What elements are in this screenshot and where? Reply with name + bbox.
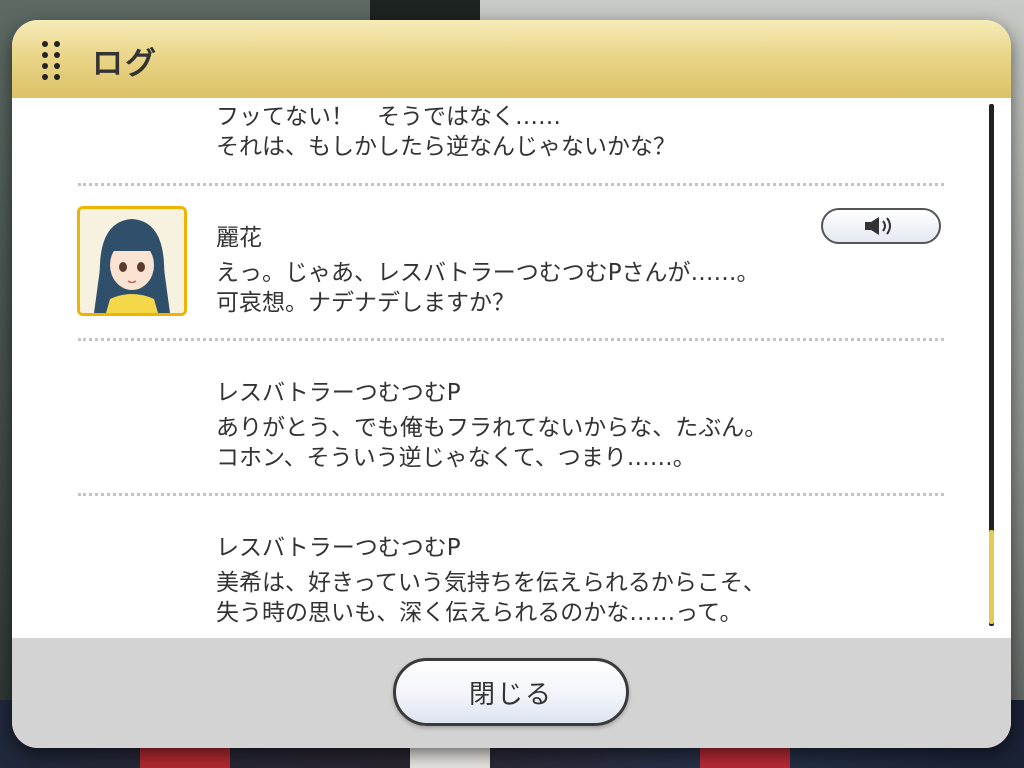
log-dialog: ログ フッてない！ そうではなく…… それは、もしかしたら逆なんじゃないかな？: [12, 20, 1011, 748]
speaker-name: レスバトラーつむつむP: [216, 535, 461, 561]
speaker-name: レスバトラーつむつむP: [216, 380, 461, 406]
scrollbar-thumb[interactable]: [989, 530, 994, 624]
speaker-name: 麗花: [216, 225, 262, 251]
close-button[interactable]: 閉じる: [393, 658, 629, 726]
log-divider: [78, 493, 944, 496]
dialog-title: ログ: [92, 46, 158, 82]
log-entry-text: ありがとう、でも俺もフラれてないからな、たぶん。 コホン、そういう逆じゃなくて、…: [216, 415, 768, 471]
voice-replay-button[interactable]: [821, 208, 941, 244]
log-entry-text: フッてない！ そうではなく…… それは、もしかしたら逆なんじゃないかな？: [216, 104, 676, 160]
reika-portrait: [80, 209, 184, 313]
log-divider: [78, 338, 944, 341]
drag-grip-icon: [42, 41, 62, 81]
game-screen: ログ フッてない！ そうではなく…… それは、もしかしたら逆なんじゃないかな？: [0, 0, 1024, 768]
log-list[interactable]: フッてない！ そうではなく…… それは、もしかしたら逆なんじゃないかな？ 麗花 …: [12, 98, 1011, 638]
speaker-icon: [865, 217, 891, 235]
character-avatar: [77, 206, 187, 316]
dialog-header: ログ: [12, 20, 1011, 99]
log-entry-text: えっ。じゃあ、レスバトラーつむつむPさんが……。 可哀想。ナデナデしますか？: [216, 260, 760, 316]
log-entry-text: 美希は、好きっていう気持ちを伝えられるからこそ、 失う時の思いも、深く伝えられる…: [216, 570, 766, 626]
log-divider: [78, 183, 944, 186]
